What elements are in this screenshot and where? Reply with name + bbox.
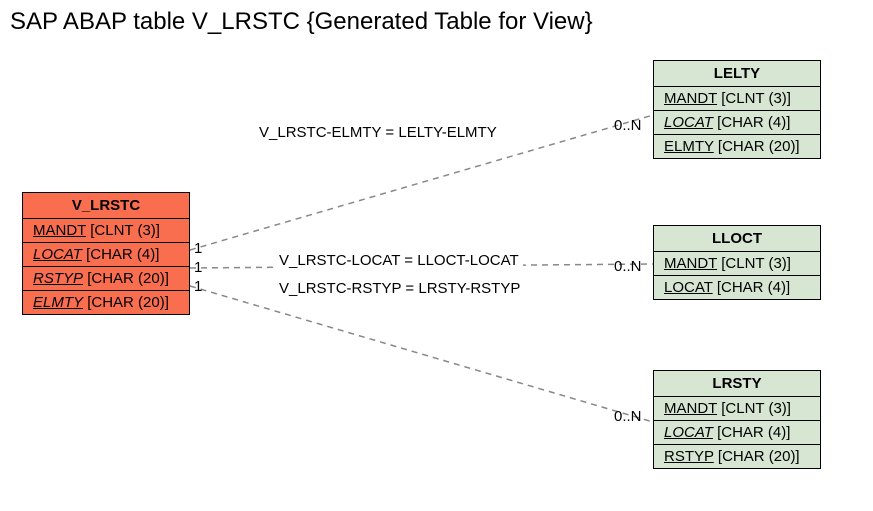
field-type: [CLNT (3)]: [721, 255, 791, 272]
field-row: RSTYP [CHAR (20)]: [23, 267, 189, 291]
field-key: MANDT: [664, 400, 717, 417]
cardinality-many: 0..N: [614, 408, 642, 425]
entity-header: LLOCT: [654, 226, 820, 252]
field-type: [CLNT (3)]: [721, 90, 791, 107]
field-row: ELMTY [CHAR (20)]: [654, 135, 820, 158]
field-key: LOCAT: [664, 279, 713, 296]
relation-label-locat: V_LRSTC-LOCAT = LLOCT-LOCAT: [275, 252, 523, 269]
field-type: [CHAR (4)]: [717, 424, 790, 441]
field-type: [CHAR (20)]: [87, 270, 169, 287]
field-key: RSTYP: [33, 270, 83, 287]
relation-label-rstyp: V_LRSTC-RSTYP = LRSTY-RSTYP: [275, 280, 524, 297]
field-type: [CHAR (4)]: [717, 279, 790, 296]
field-row: MANDT [CLNT (3)]: [654, 252, 820, 276]
field-key: LOCAT: [664, 114, 713, 131]
field-row: LOCAT [CHAR (4)]: [654, 111, 820, 135]
field-type: [CHAR (4)]: [86, 246, 159, 263]
field-key: LOCAT: [664, 424, 713, 441]
entity-lrsty: LRSTY MANDT [CLNT (3)] LOCAT [CHAR (4)] …: [653, 370, 821, 469]
field-row: MANDT [CLNT (3)]: [654, 397, 820, 421]
cardinality-one: 1: [194, 259, 202, 276]
field-row: MANDT [CLNT (3)]: [654, 87, 820, 111]
field-key: MANDT: [664, 90, 717, 107]
field-type: [CLNT (3)]: [721, 400, 791, 417]
field-type: [CHAR (20)]: [87, 294, 169, 311]
field-key: MANDT: [664, 255, 717, 272]
field-type: [CHAR (20)]: [718, 448, 800, 465]
field-type: [CHAR (4)]: [717, 114, 790, 131]
field-type: [CHAR (20)]: [718, 138, 800, 155]
field-key: MANDT: [33, 222, 86, 239]
entity-header: LELTY: [654, 61, 820, 87]
diagram-title: SAP ABAP table V_LRSTC {Generated Table …: [10, 8, 593, 36]
field-type: [CLNT (3)]: [90, 222, 160, 239]
cardinality-one: 1: [194, 240, 202, 257]
cardinality-one: 1: [194, 278, 202, 295]
relation-label-elmty: V_LRSTC-ELMTY = LELTY-ELMTY: [255, 124, 501, 141]
entity-lelty: LELTY MANDT [CLNT (3)] LOCAT [CHAR (4)] …: [653, 60, 821, 159]
entity-v-lrstc: V_LRSTC MANDT [CLNT (3)] LOCAT [CHAR (4)…: [22, 192, 190, 315]
entity-header: V_LRSTC: [23, 193, 189, 219]
field-row: LOCAT [CHAR (4)]: [654, 276, 820, 299]
field-row: RSTYP [CHAR (20)]: [654, 445, 820, 468]
entity-header: LRSTY: [654, 371, 820, 397]
field-key: ELMTY: [664, 138, 714, 155]
field-key: LOCAT: [33, 246, 82, 263]
cardinality-many: 0..N: [614, 258, 642, 275]
field-key: ELMTY: [33, 294, 83, 311]
field-row: MANDT [CLNT (3)]: [23, 219, 189, 243]
field-row: LOCAT [CHAR (4)]: [23, 243, 189, 267]
field-key: RSTYP: [664, 448, 714, 465]
field-row: ELMTY [CHAR (20)]: [23, 291, 189, 314]
field-row: LOCAT [CHAR (4)]: [654, 421, 820, 445]
entity-lloct: LLOCT MANDT [CLNT (3)] LOCAT [CHAR (4)]: [653, 225, 821, 300]
cardinality-many: 0..N: [614, 117, 642, 134]
